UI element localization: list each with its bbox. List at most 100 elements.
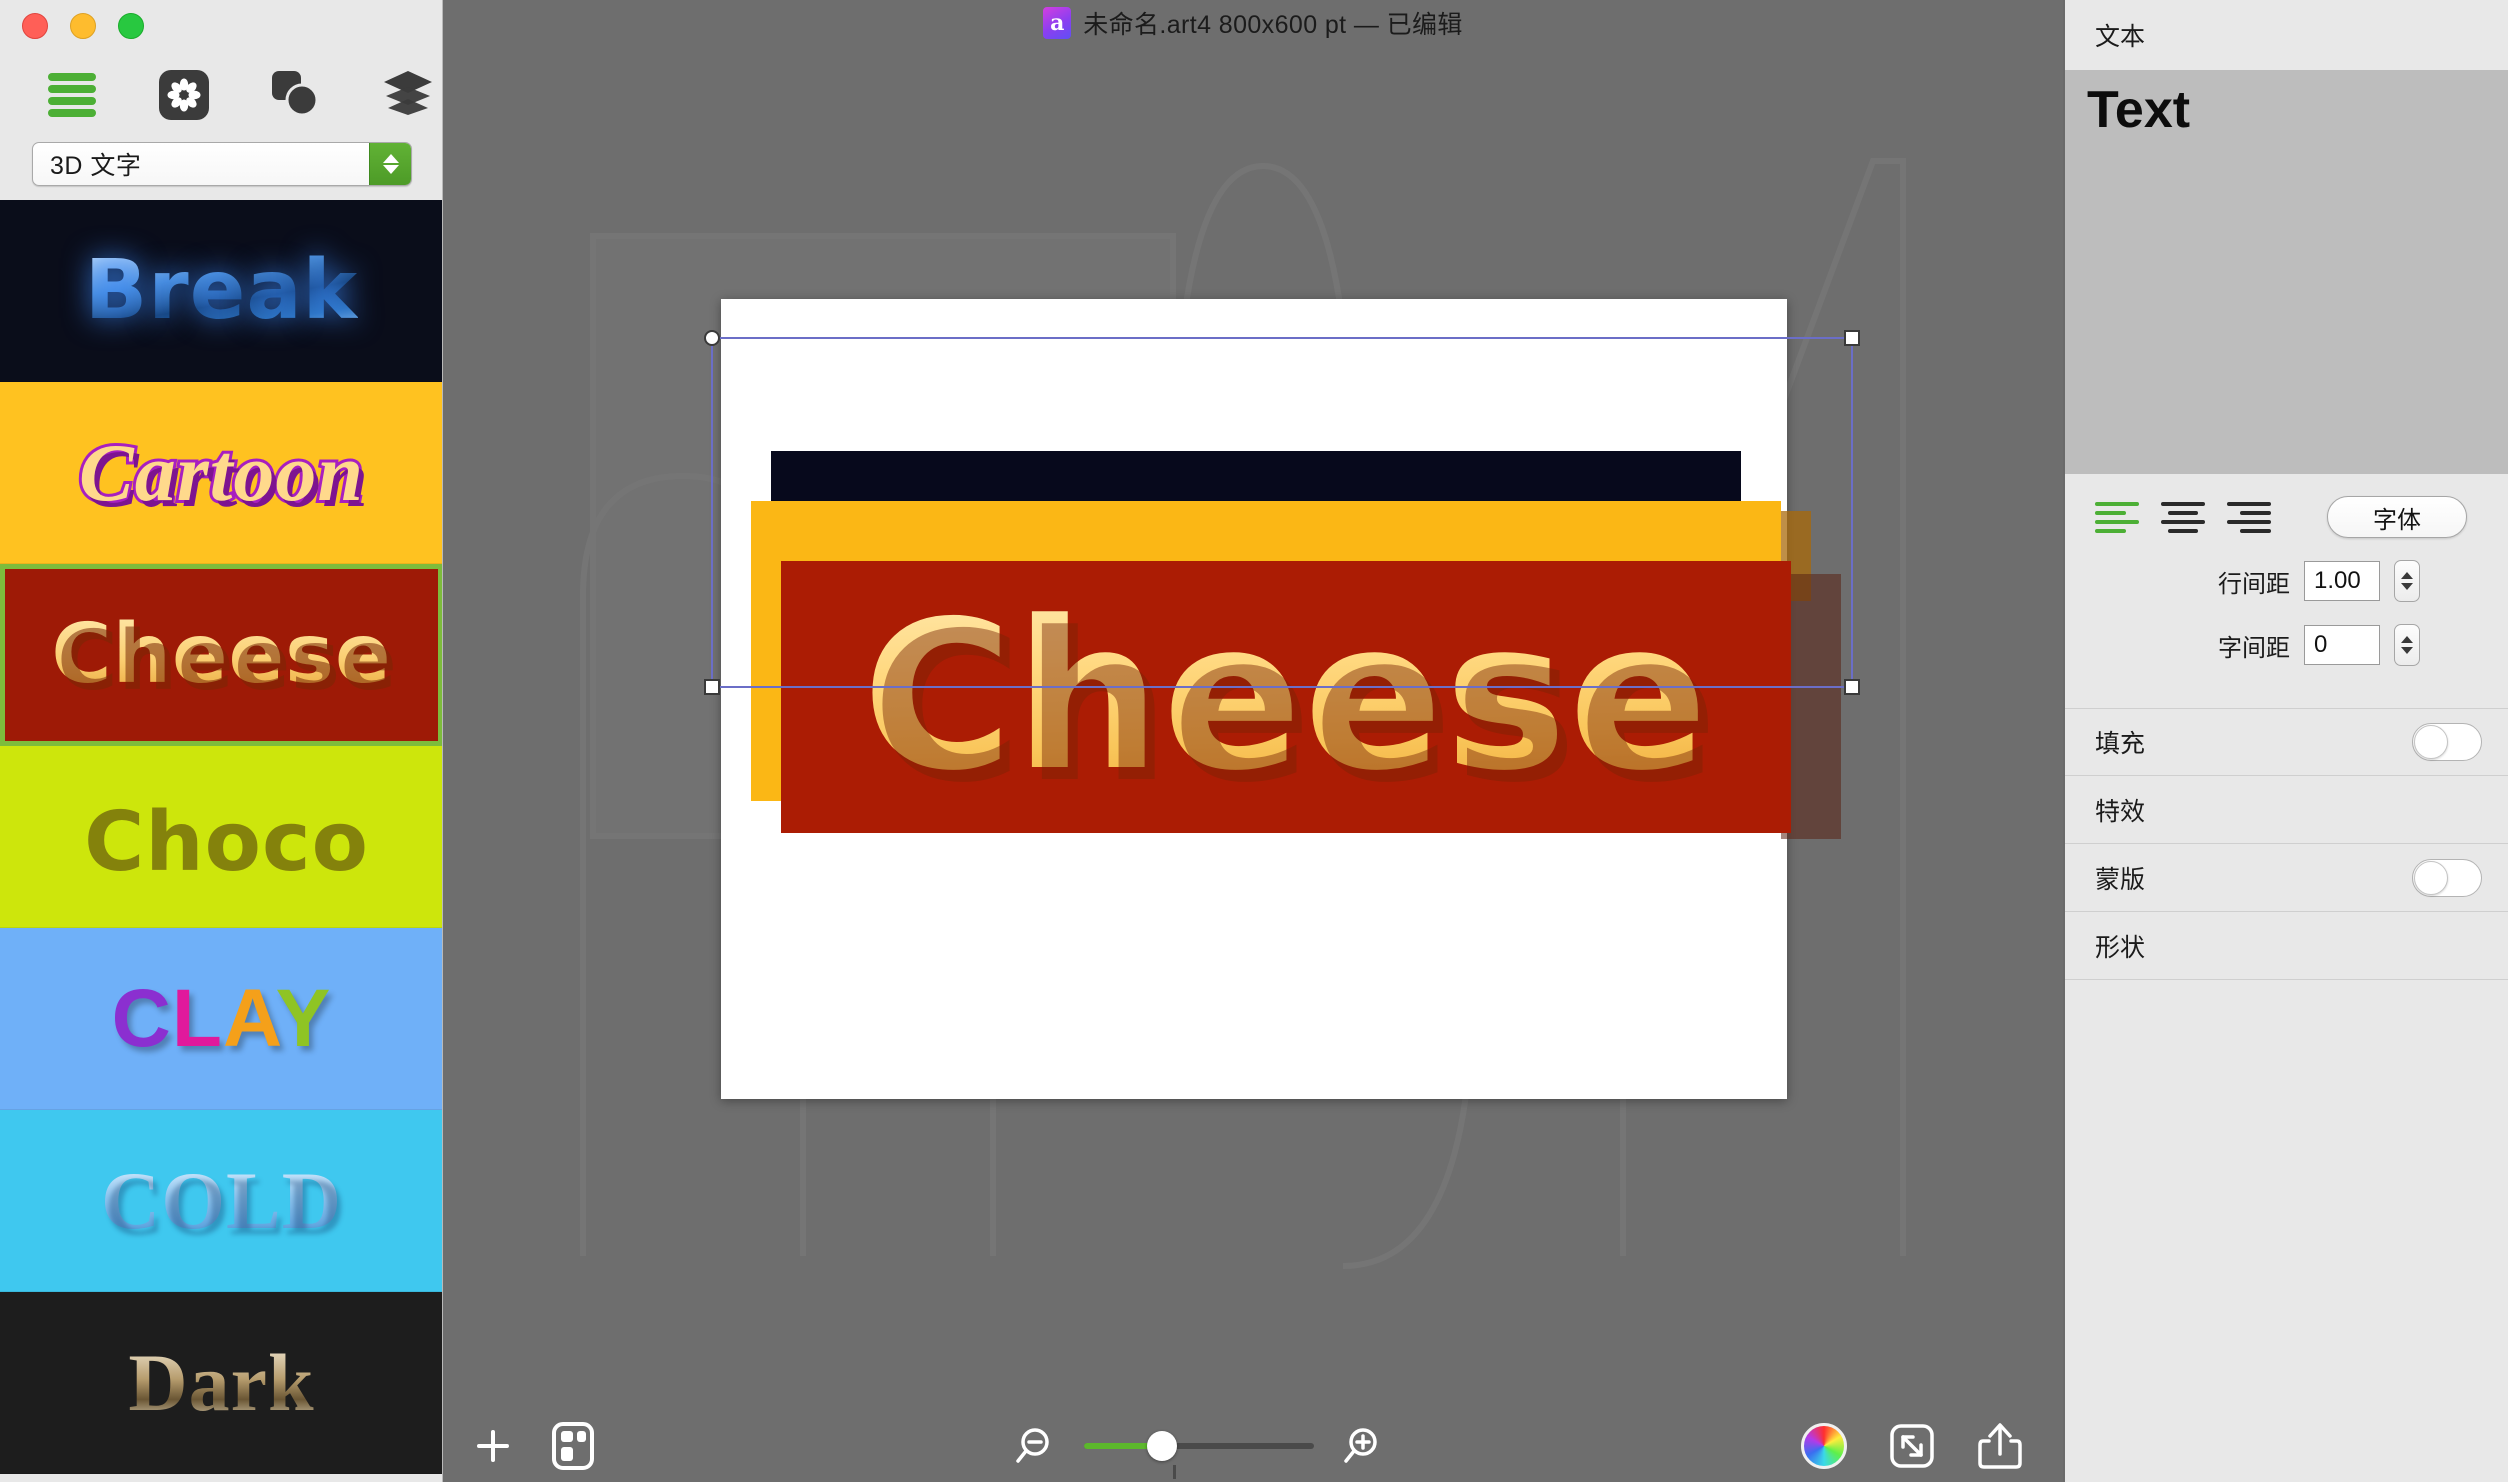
align-right-button[interactable]	[2227, 500, 2271, 534]
preset-label: Cartoon	[76, 426, 366, 518]
shapes-icon	[270, 69, 322, 122]
color-picker-button[interactable]	[1799, 1421, 1849, 1471]
inspector-panel: 文本 Text 字体 行间距 1.00 字间距 0 填充 特效 蒙版 形状	[2063, 0, 2508, 1482]
chevron-up-icon	[382, 154, 399, 163]
preset-label: CLAY	[112, 977, 332, 1060]
line-spacing-row: 行间距 1.00	[2065, 560, 2508, 602]
preset-label: Choco	[79, 788, 364, 884]
preset-label: Dark	[128, 1336, 315, 1428]
sidebar-tab-photos[interactable]	[157, 67, 211, 123]
editor-center: a 未命名.art4 800x600 pt — 已编辑 Cheese	[443, 0, 2063, 1482]
bottom-toolbar	[443, 1410, 2063, 1482]
text-controls: 字体 行间距 1.00 字间距 0	[2065, 474, 2508, 682]
layers-icon	[382, 69, 434, 122]
sidebar-tab-shapes[interactable]	[269, 67, 323, 123]
add-layer-button[interactable]	[468, 1421, 518, 1471]
toggle-knob	[2414, 860, 2448, 895]
sidebar-toolbar	[45, 55, 435, 135]
close-button[interactable]	[22, 13, 48, 39]
selection-handle-bottom-right[interactable]	[1844, 679, 1860, 695]
category-select-value: 3D 文字	[50, 152, 142, 180]
letter-spacing-input[interactable]: 0	[2304, 625, 2380, 665]
text-preview-area[interactable]: Text	[2065, 70, 2508, 474]
chevron-down-icon	[2401, 647, 2413, 654]
chevron-down-icon	[382, 165, 399, 174]
clay-letter: L	[171, 972, 223, 1064]
share-button[interactable]	[1975, 1421, 2025, 1471]
section-label: 填充	[2095, 730, 2146, 758]
section-label: 形状	[2095, 933, 2146, 962]
inspector-sections: 填充 特效 蒙版 形状	[2065, 708, 2508, 980]
canvas-stage[interactable]: Cheese	[443, 46, 2063, 1410]
zoom-slider-tick	[1173, 1465, 1177, 1479]
zoom-out-button[interactable]	[1012, 1421, 1062, 1471]
clay-letter: Y	[275, 972, 332, 1064]
minimize-button[interactable]	[70, 13, 96, 39]
category-select[interactable]: 3D 文字	[32, 142, 412, 186]
add-icon	[477, 1430, 509, 1462]
toggle-knob	[2414, 725, 2448, 759]
selection-handle-top-left[interactable]	[704, 330, 720, 346]
mask-toggle[interactable]	[2412, 858, 2482, 897]
alignment-row: 字体	[2065, 496, 2508, 538]
document-title: 未命名.art4 800x600 pt — 已编辑	[1083, 11, 1463, 39]
app-window: 3D 文字 Break Cartoon Cheese Choco CLAY CO…	[0, 0, 2508, 1482]
zoom-slider-knob[interactable]	[1146, 1431, 1177, 1461]
chevron-down-icon	[2401, 583, 2413, 590]
selection-handle-bottom-left[interactable]	[704, 679, 720, 695]
preset-item-cold[interactable]: COLD	[0, 1110, 442, 1292]
zoom-in-button[interactable]	[1336, 1421, 1386, 1471]
color-wheel-icon	[1801, 1423, 1847, 1469]
fit-to-screen-button[interactable]	[1887, 1421, 1937, 1471]
preset-item-cartoon[interactable]: Cartoon	[0, 382, 442, 564]
section-fill[interactable]: 填充	[2065, 708, 2508, 776]
section-mask[interactable]: 蒙版	[2065, 844, 2508, 912]
preset-item-dark[interactable]: Dark	[0, 1292, 442, 1474]
chevron-up-icon	[2401, 572, 2413, 579]
preset-label: Cheese	[51, 606, 392, 702]
line-spacing-input[interactable]: 1.00	[2304, 561, 2380, 601]
zoom-slider[interactable]	[1083, 1431, 1314, 1479]
clay-letter: A	[222, 972, 276, 1064]
section-label: 特效	[2095, 797, 2146, 826]
artwork-text-value: Cheese	[862, 577, 1710, 816]
fit-to-screen-icon	[1890, 1424, 1934, 1468]
letter-spacing-stepper[interactable]	[2394, 624, 2420, 666]
sidebar-tab-styles[interactable]	[45, 67, 99, 123]
artwork-text-cheese[interactable]: Cheese	[781, 561, 1791, 833]
align-left-button[interactable]	[2095, 500, 2139, 534]
bottom-toolbar-left	[443, 1421, 598, 1471]
preset-item-break[interactable]: Break	[0, 200, 442, 382]
preset-item-choco[interactable]: Choco	[0, 746, 442, 928]
section-effects[interactable]: 特效	[2065, 776, 2508, 844]
preset-item-cheese[interactable]: Cheese	[0, 564, 442, 746]
sidebar-tab-layers[interactable]	[381, 67, 435, 123]
section-label: 蒙版	[2095, 865, 2146, 894]
section-shape[interactable]: 形状	[2065, 912, 2508, 980]
preset-label: COLD	[101, 1154, 342, 1246]
zoom-out-icon	[1015, 1428, 1049, 1463]
preset-list[interactable]: Break Cartoon Cheese Choco CLAY COLD Dar…	[0, 200, 442, 1482]
document-icon: a	[1043, 7, 1072, 39]
clay-letter: C	[111, 972, 172, 1064]
font-button[interactable]: 字体	[2327, 496, 2467, 538]
line-spacing-stepper[interactable]	[2394, 560, 2420, 602]
selection-handle-top-right[interactable]	[1844, 330, 1860, 346]
grid-layout-icon	[552, 1422, 594, 1470]
category-select-stepper[interactable]	[369, 143, 411, 185]
align-center-button[interactable]	[2161, 500, 2205, 534]
letter-spacing-row: 字间距 0	[2065, 624, 2508, 666]
styles-sidebar: 3D 文字 Break Cartoon Cheese Choco CLAY CO…	[0, 0, 443, 1482]
line-spacing-label: 行间距	[2218, 570, 2290, 598]
list-icon	[48, 73, 96, 117]
preset-item-clay[interactable]: CLAY	[0, 928, 442, 1110]
share-icon	[1978, 1423, 2022, 1469]
artboard[interactable]: Cheese	[721, 299, 1841, 1099]
preset-label: Break	[84, 242, 359, 338]
fill-toggle[interactable]	[2412, 723, 2482, 761]
zoom-in-icon	[1343, 1428, 1377, 1463]
inspector-title: 文本	[2095, 23, 2146, 51]
layout-grid-button[interactable]	[548, 1421, 598, 1471]
maximize-button[interactable]	[118, 13, 144, 39]
document-titlebar: a 未命名.art4 800x600 pt — 已编辑	[443, 0, 2063, 46]
